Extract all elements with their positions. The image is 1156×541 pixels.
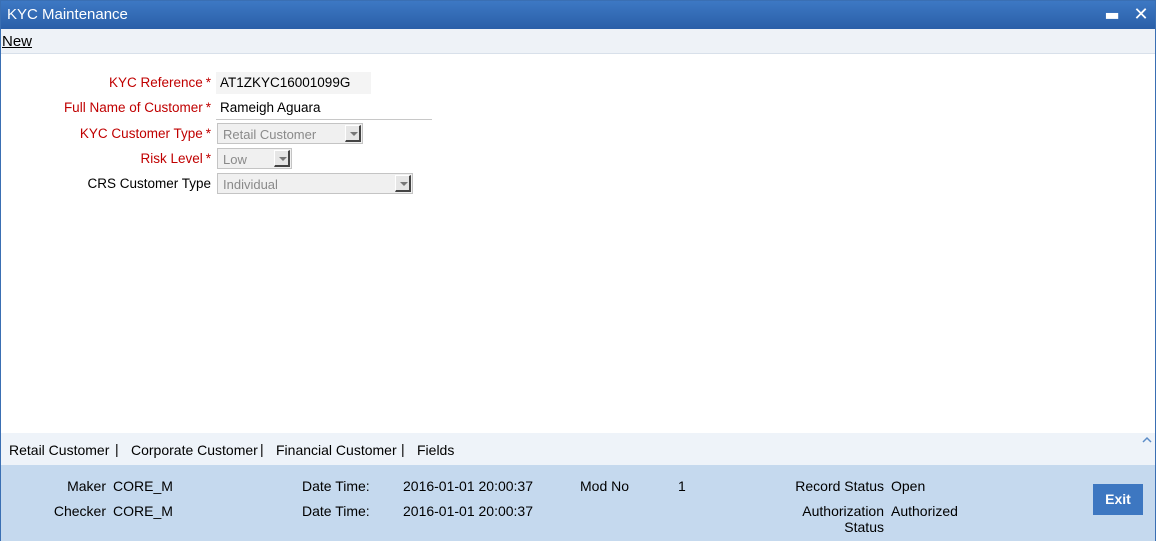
tab-separator: | [401, 441, 405, 457]
full-name-label: Full Name of Customer * [63, 100, 211, 115]
maker-value: CORE_M [113, 478, 173, 494]
title-bar[interactable]: KYC Maintenance ▬ ✕ [1, 1, 1155, 29]
risk-level-row: Risk Level * Low [1, 148, 441, 170]
authorization-status-value: Authorized [891, 503, 958, 519]
kyc-customer-type-row: KYC Customer Type * Retail Customer [1, 123, 441, 145]
checker-label: Checker [53, 503, 106, 519]
kyc-reference-row: KYC Reference * AT1ZKYC16001099G [1, 72, 441, 94]
minimize-icon[interactable]: ▬ [1101, 4, 1123, 26]
crs-customer-type-row: CRS Customer Type Individual [1, 173, 441, 195]
authorization-status-label-line2: Status [844, 519, 884, 535]
crs-customer-type-value: Individual [223, 177, 278, 192]
chevron-down-icon[interactable] [345, 125, 361, 142]
tab-corporate-customer[interactable]: Corporate Customer [131, 442, 258, 458]
record-status-label: Record Status [795, 478, 884, 494]
maker-date-time-label: Date Time: [302, 478, 370, 494]
toolbar: New [1, 29, 1155, 54]
exit-button[interactable]: Exit [1093, 484, 1143, 515]
crs-customer-type-select[interactable]: Individual [217, 173, 413, 194]
window-title: KYC Maintenance [7, 6, 128, 23]
tab-separator: | [260, 441, 264, 457]
maker-date-time-value: 2016-01-01 20:00:37 [403, 478, 533, 494]
new-link[interactable]: New [2, 33, 32, 50]
chevron-up-icon[interactable] [1141, 435, 1153, 445]
audit-footer: Maker CORE_M Checker CORE_M Date Time: 2… [1, 465, 1155, 541]
close-icon[interactable]: ✕ [1130, 4, 1152, 26]
kyc-customer-type-select[interactable]: Retail Customer [217, 123, 363, 144]
kyc-reference-label: KYC Reference * [108, 75, 211, 90]
kyc-reference-value: AT1ZKYC16001099G [220, 75, 351, 90]
tab-separator: | [115, 441, 119, 457]
checker-date-time-label: Date Time: [302, 503, 370, 519]
mod-no-value: 1 [678, 478, 686, 494]
full-name-row: Full Name of Customer * Rameigh Aguara [1, 97, 441, 120]
record-status-value: Open [891, 478, 926, 494]
kyc-maintenance-window: KYC Maintenance ▬ ✕ New KYC Reference * A… [0, 0, 1156, 541]
full-name-value: Rameigh Aguara [220, 100, 321, 115]
kyc-customer-type-value: Retail Customer [223, 127, 317, 142]
tab-financial-customer[interactable]: Financial Customer [276, 442, 397, 458]
kyc-customer-type-label: KYC Customer Type * [79, 126, 211, 141]
checker-value: CORE_M [113, 503, 173, 519]
authorization-status-label-line1: Authorization [802, 503, 884, 519]
subsystem-tabs: Retail Customer | Corporate Customer | F… [1, 433, 1155, 465]
mod-no-label: Mod No [580, 478, 630, 494]
crs-customer-type-label: CRS Customer Type [87, 176, 211, 191]
risk-level-select[interactable]: Low [217, 148, 292, 169]
maker-label: Maker [67, 478, 106, 494]
risk-level-label: Risk Level * [140, 151, 211, 166]
tab-fields[interactable]: Fields [417, 442, 454, 458]
chevron-down-icon[interactable] [395, 175, 411, 192]
chevron-down-icon[interactable] [274, 150, 290, 167]
tab-retail-customer[interactable]: Retail Customer [9, 442, 109, 458]
checker-date-time-value: 2016-01-01 20:00:37 [403, 503, 533, 519]
full-name-field[interactable]: Rameigh Aguara [216, 97, 432, 120]
risk-level-value: Low [223, 152, 247, 167]
kyc-reference-field[interactable]: AT1ZKYC16001099G [216, 72, 371, 94]
